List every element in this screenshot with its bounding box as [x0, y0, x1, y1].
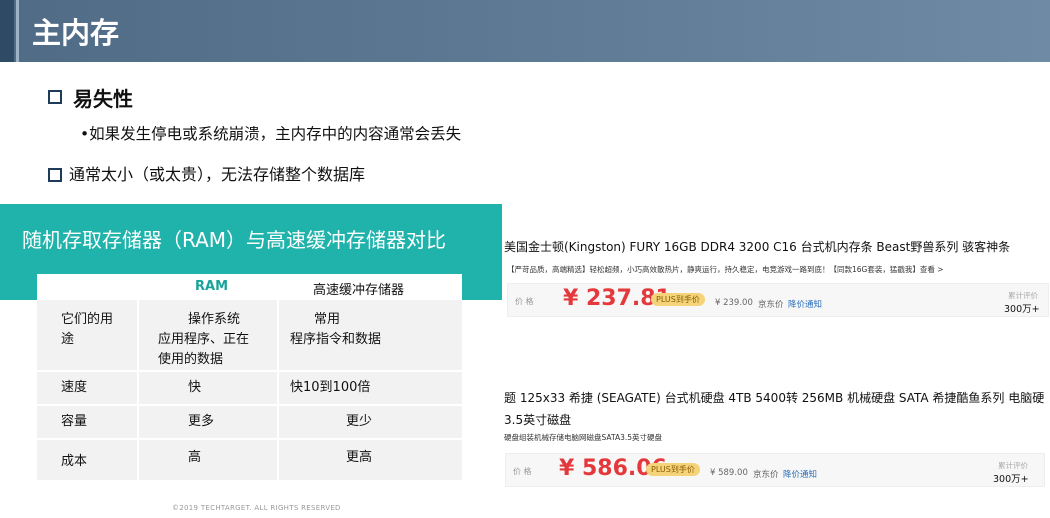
square-bullet-icon	[48, 168, 62, 182]
price-bar-kingston: 价 格 ¥ 237.81 PLUS到手价 ¥ 239.00 京东价 降价通知 累…	[507, 283, 1049, 317]
row-label-speed: 速度	[61, 380, 88, 395]
title-accent-line	[16, 0, 19, 62]
copyright-notice: ©2019 TECHTARGET. ALL RIGHTS RESERVED	[172, 504, 341, 512]
title-accent-strip	[0, 0, 14, 62]
column-divider	[137, 300, 139, 482]
row-label-cost: 成本	[61, 454, 88, 469]
row-cache-capacity: 更少	[346, 414, 373, 429]
title-bar	[0, 0, 1050, 62]
product-title-seagate[interactable]: 题 125x33 希捷 (SEAGATE) 台式机硬盘 4TB 5400转 25…	[504, 389, 1044, 406]
row-label-capacity: 容量	[61, 414, 88, 429]
bullet-volatile: 易失性	[73, 87, 133, 111]
row-cache-speed: 快10到100倍	[290, 380, 371, 395]
table-row: 它们的用 途 操作系统 应用程序、正在 使用的数据 常用 程序指令和数据	[37, 300, 462, 372]
jd-price: ¥ 239.00	[715, 298, 753, 308]
jd-price: ¥ 589.00	[710, 468, 748, 478]
row-ram-usage: 操作系统 应用程序、正在 使用的数据	[158, 312, 250, 367]
row-cache-usage: 常用 程序指令和数据	[290, 312, 382, 347]
product-desc-kingston[interactable]: 【严苛品质，高端精选】轻松超频，小巧高效散热片，静爽运行，持久稳定，电竞游戏一路…	[507, 264, 944, 275]
product-title-seagate-line2[interactable]: 3.5英寸磁盘	[504, 411, 571, 428]
row-ram-cost: 高	[188, 450, 202, 465]
price-label: 价 格	[515, 297, 534, 306]
plus-price-badge: PLUS到手价	[651, 293, 705, 306]
header-ram: RAM	[195, 279, 229, 294]
price-bar-seagate: 价 格 ¥ 586.06 PLUS到手价 ¥ 589.00 京东价 降价通知 累…	[505, 453, 1045, 487]
table-row: 容量 更多 更少	[37, 406, 462, 440]
slide-title: 主内存	[32, 16, 120, 50]
header-cache: 高速缓冲存储器	[313, 283, 405, 298]
review-count[interactable]: 300万+	[993, 471, 1029, 485]
column-divider	[277, 300, 279, 482]
product-desc-seagate[interactable]: 硬盘组装机械存储电脑网磁盘SATA3.5英寸硬盘	[504, 432, 662, 443]
jd-price-label: 京东价	[753, 470, 779, 480]
review-count-label: 累计评价	[1008, 291, 1038, 300]
comparison-title: 随机存取存储器（RAM）与高速缓冲存储器对比	[22, 228, 447, 252]
table-row: 速度 快 快10到100倍	[37, 372, 462, 406]
bullet-too-small: 通常太小（或太贵），无法存储整个数据库	[69, 165, 366, 184]
price-drop-notify-link[interactable]: 降价通知	[788, 298, 822, 310]
row-label-usage: 它们的用 途	[61, 312, 114, 347]
square-bullet-icon	[48, 90, 62, 104]
comparison-panel: 随机存取存储器（RAM）与高速缓冲存储器对比 RAM 高速缓冲存储器 它们的用 …	[0, 204, 502, 518]
row-cache-cost: 更高	[346, 450, 373, 465]
sub-bullet-power-loss: •如果发生停电或系统崩溃，主内存中的内容通常会丢失	[80, 125, 462, 143]
row-ram-speed: 快	[188, 380, 202, 395]
product-title-kingston[interactable]: 美国金士顿(Kingston) FURY 16GB DDR4 3200 C16 …	[504, 238, 1010, 255]
jd-price-label: 京东价	[758, 300, 784, 310]
comparison-table: RAM 高速缓冲存储器 它们的用 途 操作系统 应用程序、正在 使用的数据 常用…	[37, 274, 462, 482]
review-count-label: 累计评价	[998, 461, 1028, 470]
price-drop-notify-link[interactable]: 降价通知	[783, 468, 817, 480]
plus-price-badge: PLUS到手价	[646, 463, 700, 476]
row-ram-capacity: 更多	[188, 414, 215, 429]
table-row: 成本 高 更高	[37, 440, 462, 482]
table-header-row: RAM 高速缓冲存储器	[37, 274, 462, 300]
review-count[interactable]: 300万+	[1004, 301, 1040, 315]
price-label: 价 格	[513, 467, 532, 476]
